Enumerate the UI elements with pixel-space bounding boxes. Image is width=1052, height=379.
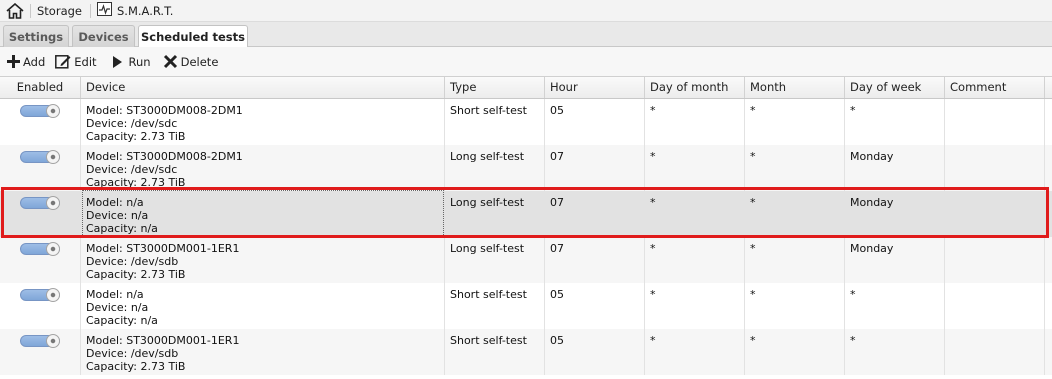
comment-cell — [945, 329, 1045, 375]
tab-scheduled-tests[interactable]: Scheduled tests — [138, 25, 248, 48]
table-row[interactable]: Model: ST3000DM001-1ER1 Device: /dev/sdb C… — [0, 237, 1052, 283]
toolbar: Add Edit Run Delete — [0, 47, 1052, 77]
day-of-week-cell: * — [845, 329, 945, 375]
column-header-comment[interactable]: Comment — [945, 77, 1045, 98]
month-cell: * — [745, 99, 845, 145]
plus-icon — [7, 55, 20, 68]
comment-cell — [945, 191, 1045, 237]
column-header-hour[interactable]: Hour — [545, 77, 645, 98]
hour-cell: 05 — [545, 99, 645, 145]
enabled-toggle[interactable] — [20, 288, 60, 302]
day-of-week-cell: * — [845, 99, 945, 145]
hour-cell: 05 — [545, 283, 645, 329]
day-of-month-cell: * — [645, 145, 745, 191]
device-cell: Model: ST3000DM001-1ER1 Device: /dev/sdb C… — [81, 329, 445, 375]
tab-devices[interactable]: Devices — [72, 25, 135, 47]
type-cell: Long self-test — [445, 145, 545, 191]
hour-cell: 07 — [545, 237, 645, 283]
run-button[interactable]: Run — [111, 55, 151, 69]
day-of-month-cell: * — [645, 237, 745, 283]
breadcrumb: Storage S.M.A.R.T. — [0, 0, 1052, 22]
device-cell: Model: ST3000DM008-2DM1 Device: /dev/sdc C… — [81, 145, 445, 191]
scheduled-tests-grid: Model: ST3000DM008-2DM1 Device: /dev/sdc C… — [0, 99, 1052, 379]
type-cell: Short self-test — [445, 99, 545, 145]
comment-cell — [945, 99, 1045, 145]
comment-cell — [945, 145, 1045, 191]
hour-cell: 05 — [545, 329, 645, 375]
delete-button[interactable]: Delete — [163, 54, 218, 69]
enabled-toggle[interactable] — [20, 196, 60, 210]
day-of-month-cell: * — [645, 329, 745, 375]
day-of-week-cell: * — [845, 283, 945, 329]
table-row[interactable]: Model: n/a Device: n/a Capacity: n/a Short… — [0, 283, 1052, 329]
type-cell: Long self-test — [445, 191, 545, 237]
edit-icon — [55, 55, 71, 69]
month-cell: * — [745, 283, 845, 329]
chart-icon — [97, 2, 112, 19]
day-of-week-cell: Monday — [845, 237, 945, 283]
comment-cell — [945, 237, 1045, 283]
column-header-day-of-month[interactable]: Day of month — [645, 77, 745, 98]
table-row[interactable]: Model: ST3000DM008-2DM1 Device: /dev/sdc C… — [0, 145, 1052, 191]
month-cell: * — [745, 191, 845, 237]
column-header-day-of-week[interactable]: Day of week — [845, 77, 945, 98]
hour-cell: 07 — [545, 145, 645, 191]
cell-focus-outline — [82, 190, 444, 237]
home-icon[interactable] — [0, 0, 30, 22]
edit-button[interactable]: Edit — [55, 54, 97, 69]
enabled-toggle[interactable] — [20, 242, 60, 256]
enabled-toggle[interactable] — [20, 150, 60, 164]
hour-cell: 07 — [545, 191, 645, 237]
device-cell: Model: ST3000DM008-2DM1 Device: /dev/sdc C… — [81, 99, 445, 145]
month-cell: * — [745, 329, 845, 375]
tab-bar: Settings Devices Scheduled tests — [0, 22, 1052, 48]
month-cell: * — [745, 237, 845, 283]
type-cell: Short self-test — [445, 283, 545, 329]
comment-cell — [945, 283, 1045, 329]
month-cell: * — [745, 145, 845, 191]
day-of-month-cell: * — [645, 283, 745, 329]
enabled-toggle[interactable] — [20, 334, 60, 348]
delete-icon — [163, 54, 177, 69]
table-row[interactable]: Model: ST3000DM001-1ER1 Device: /dev/sdb C… — [0, 329, 1052, 375]
day-of-week-cell: Monday — [845, 145, 945, 191]
column-header-month[interactable]: Month — [745, 77, 845, 98]
tab-settings[interactable]: Settings — [3, 25, 69, 47]
grid-header: Enabled Device Type Hour Day of month Mo… — [0, 77, 1052, 99]
device-cell: Model: n/a Device: n/a Capacity: n/a — [81, 283, 445, 329]
column-header-device[interactable]: Device — [81, 77, 445, 98]
day-of-month-cell: * — [645, 191, 745, 237]
device-cell: Model: ST3000DM001-1ER1 Device: /dev/sdb C… — [81, 237, 445, 283]
type-cell: Long self-test — [445, 237, 545, 283]
day-of-month-cell: * — [645, 99, 745, 145]
column-header-enabled[interactable]: Enabled — [0, 77, 81, 98]
column-header-type[interactable]: Type — [445, 77, 545, 98]
play-icon — [112, 55, 122, 68]
add-button[interactable]: Add — [7, 55, 45, 69]
breadcrumb-smart[interactable]: S.M.A.R.T. — [97, 2, 173, 19]
table-row[interactable]: Model: ST3000DM008-2DM1 Device: /dev/sdc C… — [0, 99, 1052, 145]
day-of-week-cell: Monday — [845, 191, 945, 237]
enabled-toggle[interactable] — [20, 104, 60, 118]
breadcrumb-storage[interactable]: Storage — [37, 4, 82, 18]
type-cell: Short self-test — [445, 329, 545, 375]
